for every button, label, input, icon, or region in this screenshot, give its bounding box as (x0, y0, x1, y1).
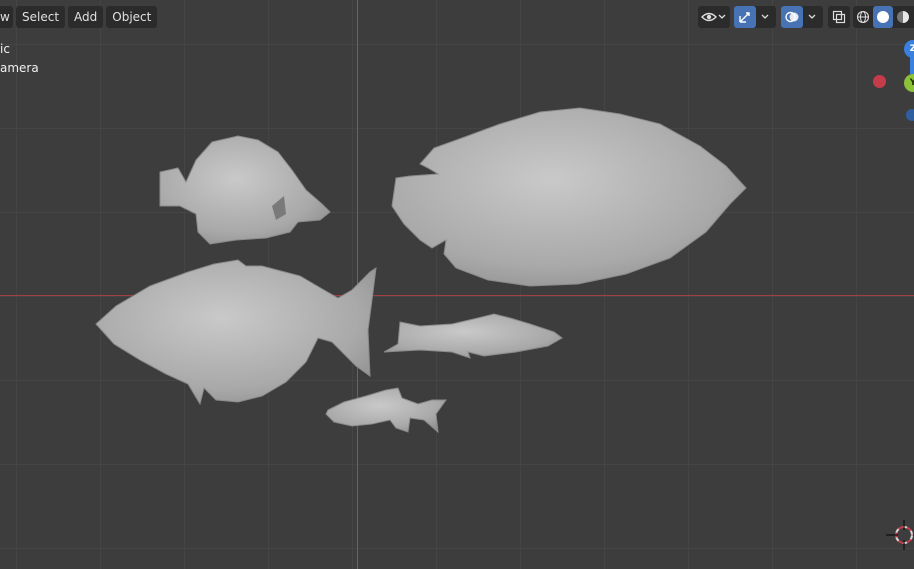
material-shading-button[interactable] (893, 10, 913, 24)
view-collection-label: amera (0, 61, 39, 75)
gizmo-z-stem (910, 56, 914, 74)
fish-mesh-large[interactable] (391, 107, 747, 287)
view-menu[interactable]: w (0, 6, 13, 28)
wireframe-shading-button[interactable] (853, 10, 873, 24)
select-menu[interactable]: Select (16, 6, 66, 28)
solid-shading-button[interactable] (873, 6, 893, 28)
object-menu[interactable]: Object (106, 6, 158, 28)
chevron-down-icon (808, 14, 816, 19)
gizmo-z-label: Z (909, 44, 914, 54)
gizmo-dropdown[interactable] (734, 6, 776, 28)
xray-icon (832, 10, 846, 24)
gizmo-toggle[interactable] (734, 6, 756, 28)
solid-shading-icon (877, 11, 889, 23)
fish-mesh-medium[interactable] (95, 259, 377, 406)
overlay-icon (785, 11, 799, 23)
fish-mesh-round[interactable] (159, 135, 331, 245)
chevron-down-icon (761, 14, 769, 19)
header-menu: w Select Add Object (0, 6, 158, 28)
gizmo-icon (739, 12, 750, 23)
chevron-down-icon (718, 14, 726, 19)
xray-toggle[interactable] (828, 6, 850, 28)
shading-mode-group (853, 6, 914, 28)
viewport-info-text: ic amera (0, 40, 39, 78)
eye-icon (701, 12, 717, 22)
scene-objects (95, 107, 747, 434)
3d-cursor-icon[interactable] (884, 520, 914, 550)
overlays-toggle[interactable] (781, 6, 803, 28)
gizmo-y-label: Y (909, 78, 914, 88)
material-shading-icon (897, 11, 909, 23)
fish-mesh-slim[interactable] (383, 313, 563, 359)
gizmo-neg-z-axis[interactable] (906, 109, 914, 121)
gizmo-x-axis[interactable] (873, 75, 886, 88)
wireframe-shading-icon (856, 10, 870, 24)
add-menu[interactable]: Add (68, 6, 104, 28)
visibility-dropdown[interactable] (698, 6, 730, 28)
fish-mesh-small[interactable] (325, 387, 447, 434)
overlays-dropdown[interactable] (781, 6, 823, 28)
view-perspective-label: ic (0, 42, 10, 56)
